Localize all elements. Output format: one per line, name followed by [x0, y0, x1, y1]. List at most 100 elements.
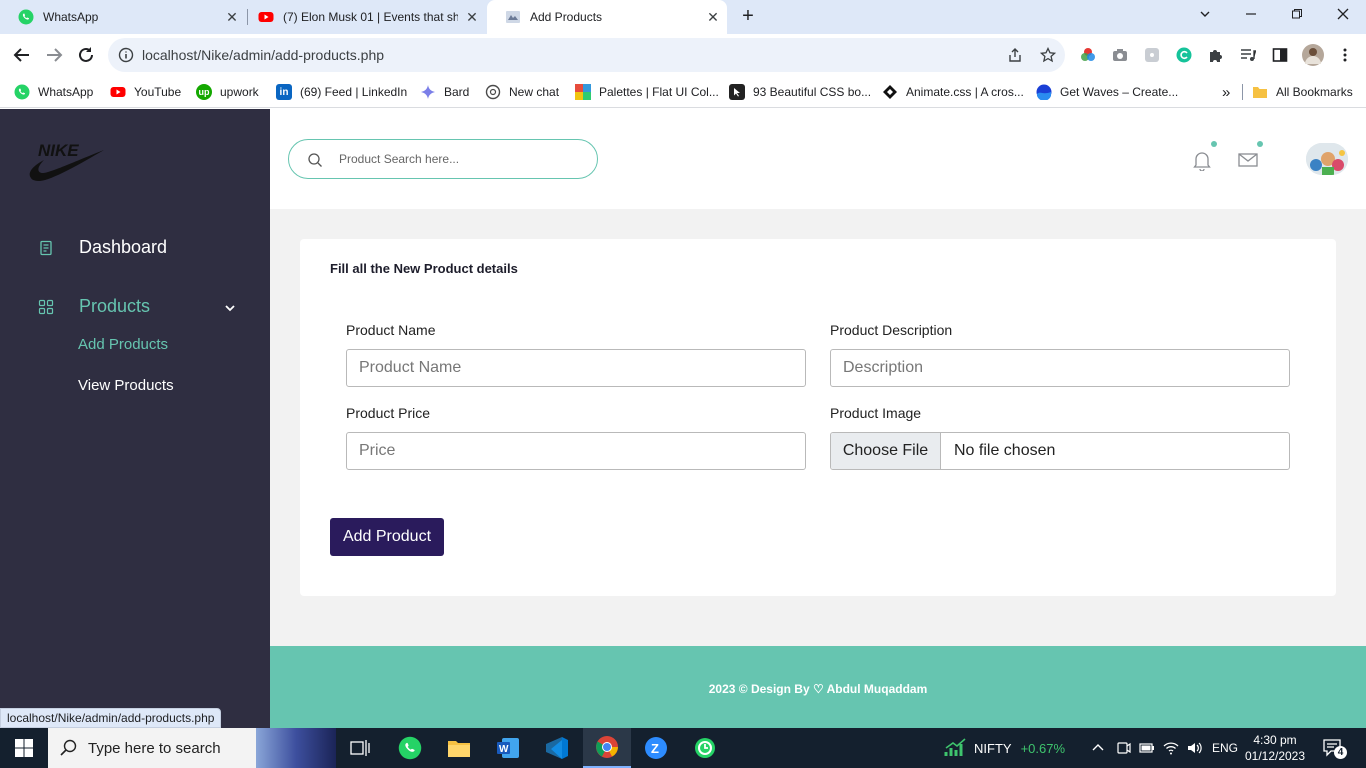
nifty-label: NIFTY — [974, 740, 1012, 756]
product-price-input[interactable] — [346, 432, 806, 470]
url-text: localhost/Nike/admin/add-products.php — [142, 47, 385, 63]
all-bookmarks-folder[interactable]: All Bookmarks — [1252, 82, 1353, 102]
wifi-icon[interactable] — [1163, 728, 1179, 768]
product-name-label: Product Name — [346, 322, 436, 338]
bookmark-get-waves[interactable]: Get Waves – Create... — [1036, 82, 1178, 102]
bookmark-bard[interactable]: Bard — [420, 82, 469, 102]
product-image-file-input[interactable]: Choose File No file chosen — [830, 432, 1290, 470]
linkedin-icon: in — [276, 84, 292, 100]
media-queue-icon[interactable] — [1239, 46, 1257, 64]
volume-icon[interactable] — [1186, 728, 1202, 768]
camera-extension-icon[interactable] — [1111, 46, 1129, 64]
product-price-label: Product Price — [346, 405, 431, 421]
bookmark-label: Bard — [444, 85, 470, 99]
bookmark-palettes[interactable]: Palettes | Flat UI Col... — [575, 82, 719, 102]
battery-icon[interactable] — [1139, 728, 1155, 768]
chrome-menu-icon[interactable] — [1336, 46, 1354, 64]
sidebar-subitem-view-products[interactable]: View Products — [78, 377, 174, 394]
sidebar-item-products[interactable]: Products — [38, 296, 150, 317]
sidebar-subitem-add-products[interactable]: Add Products — [78, 336, 168, 353]
new-tab-icon[interactable]: + — [737, 5, 759, 27]
bookmark-star-icon[interactable] — [1039, 46, 1057, 64]
meet-now-icon[interactable] — [1115, 728, 1131, 768]
tab-youtube[interactable]: (7) Elon Musk 01 | Events that sh ✕ — [240, 0, 486, 34]
product-form-card — [300, 239, 1336, 596]
close-tab-icon[interactable]: ✕ — [464, 9, 480, 25]
product-search — [288, 139, 598, 179]
add-product-button[interactable]: Add Product — [330, 518, 444, 556]
chatgpt-icon — [485, 84, 501, 100]
file-explorer-icon[interactable] — [435, 728, 483, 768]
language-indicator[interactable]: ENG — [1212, 728, 1238, 768]
upwork-icon: up — [196, 84, 212, 100]
notifications-icon[interactable]: 4 — [1322, 728, 1347, 768]
tab-whatsapp[interactable]: WhatsApp ✕ — [0, 0, 246, 34]
bookmark-animate-css[interactable]: Animate.css | A cros... — [882, 82, 1024, 102]
site-info-icon[interactable] — [118, 47, 134, 63]
tab-search-icon[interactable] — [1193, 4, 1217, 28]
search-icon — [60, 739, 78, 757]
svg-text:Z: Z — [651, 741, 659, 756]
color-picker-extension-icon[interactable] — [1079, 46, 1097, 64]
youtube-icon — [258, 9, 274, 25]
message-dot — [1257, 141, 1263, 147]
file-status-text: No file chosen — [954, 442, 1056, 459]
taskbar-search-text: Type here to search — [88, 740, 221, 757]
bookmark-upwork[interactable]: up upwork — [196, 82, 259, 102]
grammarly-extension-icon[interactable] — [1175, 46, 1193, 64]
back-arrow-icon[interactable] — [10, 43, 34, 67]
product-name-input[interactable] — [346, 349, 806, 387]
side-panel-icon[interactable] — [1271, 46, 1289, 64]
bookmarks-bar: WhatsApp YouTube up upwork in (69) Feed … — [0, 76, 1366, 108]
bookmark-label: 93 Beautiful CSS bo... — [753, 85, 872, 99]
reload-icon[interactable] — [74, 43, 98, 67]
choose-file-button[interactable]: Choose File — [831, 433, 941, 469]
bell-icon[interactable] — [1191, 149, 1213, 172]
bookmark-linkedin[interactable]: in (69) Feed | LinkedIn — [276, 82, 407, 102]
minimize-icon[interactable] — [1239, 4, 1263, 28]
share-icon[interactable] — [1006, 46, 1024, 64]
bookmark-label: Get Waves – Create... — [1060, 85, 1179, 99]
address-bar[interactable]: localhost/Nike/admin/add-products.php — [108, 38, 1065, 72]
forward-arrow-icon[interactable] — [42, 43, 66, 67]
search-input[interactable] — [339, 149, 579, 169]
windows-start-icon[interactable] — [0, 728, 48, 768]
close-tab-icon[interactable]: ✕ — [705, 9, 721, 25]
css-icon — [729, 84, 745, 100]
chevron-up-icon[interactable] — [1092, 728, 1104, 768]
bookmark-label: WhatsApp — [38, 85, 94, 99]
clock-time: 4:30 pm — [1253, 733, 1297, 747]
bookmark-new-chat[interactable]: New chat — [485, 82, 559, 102]
nifty-widget[interactable]: NIFTY +0.67% — [944, 728, 1065, 768]
svg-text:NIKE: NIKE — [38, 141, 79, 160]
sidebar-item-dashboard[interactable]: Dashboard — [38, 237, 167, 258]
product-description-label: Product Description — [830, 322, 953, 338]
chrome-app-icon[interactable] — [583, 728, 631, 768]
whatsapp-app-icon[interactable] — [386, 728, 434, 768]
restore-icon[interactable] — [1285, 4, 1309, 28]
bookmark-css-buttons[interactable]: 93 Beautiful CSS bo... — [729, 82, 871, 102]
tab-add-products[interactable]: Add Products ✕ — [487, 0, 727, 34]
mail-icon[interactable] — [1237, 149, 1259, 171]
bookmark-youtube[interactable]: YouTube — [110, 82, 181, 102]
chevron-down-icon[interactable] — [223, 301, 237, 315]
more-bookmarks-icon[interactable]: » — [1222, 82, 1230, 102]
taskbar-search[interactable]: Type here to search — [48, 728, 336, 768]
clock[interactable]: 4:30 pm 01/12/2023 — [1245, 728, 1305, 768]
avatar[interactable] — [1306, 143, 1348, 175]
zoom-app-icon[interactable]: Z — [632, 728, 680, 768]
vscode-icon[interactable] — [533, 728, 581, 768]
svg-text:W: W — [499, 744, 509, 755]
react-extension-icon[interactable] — [1143, 46, 1161, 64]
close-tab-icon[interactable]: ✕ — [224, 9, 240, 25]
product-description-input[interactable] — [830, 349, 1290, 387]
word-icon[interactable]: W — [484, 728, 532, 768]
bookmark-whatsapp[interactable]: WhatsApp — [14, 82, 93, 102]
bookmark-label: Palettes | Flat UI Col... — [599, 85, 719, 99]
nike-logo[interactable]: NIKE — [28, 138, 106, 187]
task-view-icon[interactable] — [336, 728, 384, 768]
profile-avatar-icon[interactable] — [1302, 44, 1324, 66]
close-window-icon[interactable] — [1331, 4, 1355, 28]
whatsapp-business-icon[interactable] — [681, 728, 729, 768]
extensions-puzzle-icon[interactable] — [1207, 46, 1225, 64]
